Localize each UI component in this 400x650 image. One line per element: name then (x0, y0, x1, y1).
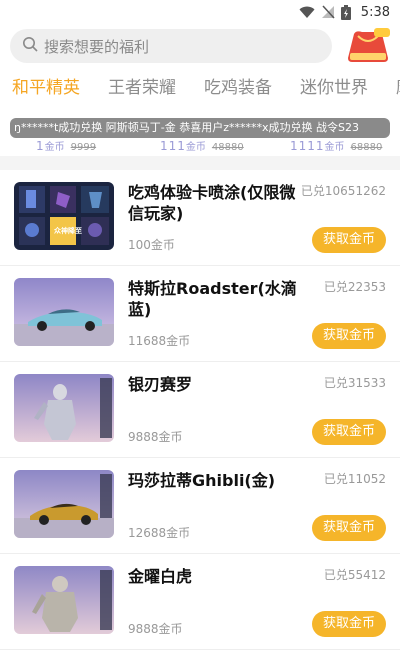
status-time: 5:38 (360, 4, 390, 20)
get-coins-button[interactable]: 获取金币 (312, 323, 386, 349)
item-title: 银刃赛罗 (128, 375, 193, 394)
search-row: 搜索想要的福利 (0, 24, 400, 68)
item-redeemed-count: 已兑31533 (323, 376, 386, 390)
reward-list: 众神降至 吃鸡体验卡喷涂(仅限微信玩家) 100金币 已兑10651262 获取… (0, 170, 400, 650)
item-title: 吃鸡体验卡喷涂(仅限微信玩家) (128, 183, 296, 223)
featured-price: 111金币 48880 (160, 139, 244, 153)
tab-wangzhe[interactable]: 王者荣耀 (108, 73, 176, 104)
get-coins-button[interactable]: 获取金币 (312, 515, 386, 541)
tab-chiji[interactable]: 吃鸡装备 (204, 73, 272, 104)
list-item[interactable]: 众神降至 吃鸡体验卡喷涂(仅限微信玩家) 100金币 已兑10651262 获取… (0, 170, 400, 266)
thumbnail-card-text: 众神降至 (54, 227, 82, 235)
item-title: 玛莎拉蒂Ghibli(金) (128, 471, 276, 490)
item-info: 玛莎拉蒂Ghibli(金) 12688金币 已兑11052 获取金币 (128, 470, 386, 541)
item-price: 100金币 (128, 238, 175, 252)
gift-bag-button[interactable] (344, 28, 392, 64)
item-price: 9888金币 (128, 622, 183, 636)
get-coins-button[interactable]: 获取金币 (312, 611, 386, 637)
search-input[interactable]: 搜索想要的福利 (10, 29, 332, 63)
no-signal-icon (321, 5, 335, 19)
item-thumbnail (14, 566, 114, 634)
item-price: 12688金币 (128, 526, 191, 540)
get-coins-button[interactable]: 获取金币 (312, 227, 386, 253)
item-info: 吃鸡体验卡喷涂(仅限微信玩家) 100金币 已兑10651262 获取金币 (128, 182, 386, 253)
search-placeholder: 搜索想要的福利 (44, 37, 150, 56)
item-redeemed-count: 已兑22353 (323, 280, 386, 294)
item-price: 11688金币 (128, 334, 191, 348)
list-item[interactable]: 特斯拉Roadster(水滴蓝) 11688金币 已兑22353 获取金币 (0, 266, 400, 362)
item-title: 特斯拉Roadster(水滴蓝) (128, 279, 297, 319)
featured-price: 1111金币 68880 (290, 139, 383, 153)
tab-heping[interactable]: 和平精英 (12, 73, 80, 104)
item-info: 银刃赛罗 9888金币 已兑31533 获取金币 (128, 374, 386, 445)
section-divider (0, 156, 400, 170)
tab-mole[interactable]: 摩尔 (396, 73, 400, 104)
app-screen: 5:38 搜索想要的福利 和平精英 王者荣耀 吃鸡装备 迷你世界 摩尔 ŋ***… (0, 0, 400, 650)
item-price: 9888金币 (128, 430, 183, 444)
search-icon (22, 36, 38, 56)
item-info: 金曜白虎 9888金币 已兑55412 获取金币 (128, 566, 386, 637)
category-tabs: 和平精英 王者荣耀 吃鸡装备 迷你世界 摩尔 (0, 68, 400, 104)
list-item[interactable]: 玛莎拉蒂Ghibli(金) 12688金币 已兑11052 获取金币 (0, 458, 400, 554)
featured-price: 1金币 9999 (36, 139, 97, 153)
item-thumbnail (14, 374, 114, 442)
wifi-icon (299, 6, 315, 19)
item-redeemed-count: 已兑11052 (323, 472, 386, 486)
tab-mini-world[interactable]: 迷你世界 (300, 73, 368, 104)
battery-icon (340, 4, 351, 20)
item-redeemed-count: 已兑55412 (323, 568, 386, 582)
list-item[interactable]: 银刃赛罗 9888金币 已兑31533 获取金币 (0, 362, 400, 458)
item-thumbnail (14, 278, 114, 346)
item-redeemed-count: 已兑10651262 (300, 184, 386, 198)
get-coins-button[interactable]: 获取金币 (312, 419, 386, 445)
list-item[interactable]: 金曜白虎 9888金币 已兑55412 获取金币 (0, 554, 400, 650)
item-thumbnail (14, 470, 114, 538)
redeem-ticker: ŋ******t成功兑换 阿斯顿马丁-金 恭喜用户z******x成功兑换 战令… (10, 118, 390, 138)
item-info: 特斯拉Roadster(水滴蓝) 11688金币 已兑22353 获取金币 (128, 278, 386, 349)
item-title: 金曜白虎 (128, 567, 193, 586)
status-bar: 5:38 (0, 0, 400, 24)
featured-prices-row: 1金币 9999 111金币 48880 1111金币 68880 (0, 138, 400, 156)
item-thumbnail: 众神降至 (14, 182, 114, 250)
